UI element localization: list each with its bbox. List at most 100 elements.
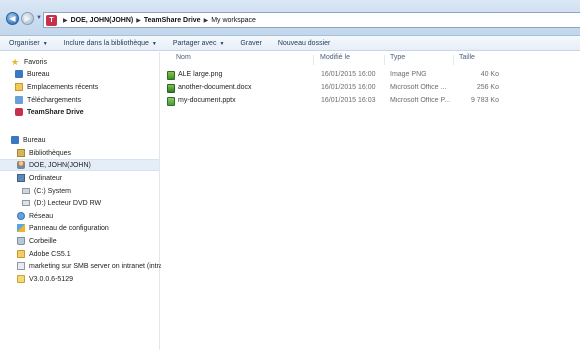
nav-label: Favoris [24, 58, 47, 66]
nav-recent-places[interactable]: Emplacements récents [15, 81, 98, 93]
docx-file-icon [167, 84, 175, 93]
file-modified: 16/01/2015 16:00 [321, 71, 376, 78]
teamshare-icon: T [46, 14, 57, 26]
column-header-type[interactable]: Type [390, 54, 405, 61]
file-size: 256 Ko [476, 84, 499, 91]
history-dropdown-icon[interactable]: ▼ [36, 15, 42, 21]
libraries-icon [17, 149, 25, 157]
png-file-icon [167, 71, 175, 80]
chevron-right-icon[interactable]: ▶ [204, 17, 209, 24]
chevron-right-icon[interactable]: ▶ [136, 17, 141, 24]
burn-button[interactable]: Graver [240, 40, 261, 47]
nav-label: Bibliothèques [29, 149, 72, 157]
chevron-down-icon: ▼ [151, 40, 157, 47]
nav-libraries[interactable]: Bibliothèques [17, 147, 71, 159]
include-library-label: Inclure dans la bibliothèque [63, 39, 149, 47]
include-library-button[interactable]: Inclure dans la bibliothèque ▼ [64, 40, 157, 47]
nav-drive-c[interactable]: (C:) System [22, 185, 71, 197]
breadcrumb-workspace[interactable]: My workspace [211, 17, 256, 24]
file-row[interactable]: ALE large.png 16/01/2015 16:00 Image PNG… [167, 69, 577, 81]
nav-label: marketing sur SMB server on intranet (in… [29, 262, 163, 270]
organise-label: Organiser [9, 39, 40, 47]
file-name: ALE large.png [178, 71, 223, 78]
file-type: Microsoft Office P... [390, 97, 451, 104]
nav-label: Panneau de configuration [29, 224, 109, 232]
control-panel-icon [17, 224, 25, 232]
file-row[interactable]: my-document.pptx 16/01/2015 16:03 Micros… [167, 95, 577, 107]
computer-icon [17, 174, 25, 182]
nav-marketing-share[interactable]: marketing sur SMB server on intranet (in… [17, 260, 163, 272]
back-button[interactable]: ◀ [6, 12, 19, 25]
network-share-icon [17, 262, 25, 270]
file-size: 40 Ko [480, 71, 499, 78]
organise-button[interactable]: Organiser ▼ [9, 40, 48, 47]
nav-label: Adobe CS5.1 [29, 250, 71, 258]
file-row[interactable]: another-document.docx 16/01/2015 16:00 M… [167, 82, 577, 94]
file-type: Microsoft Office ... [390, 84, 447, 91]
folder-icon [17, 250, 25, 258]
share-with-label: Partager avec [172, 39, 217, 47]
nav-label: DOE, JOHN(JOHN) [29, 161, 91, 169]
drive-icon [22, 188, 30, 194]
desktop-icon [15, 70, 23, 78]
nav-label: V3.0.0.6-5129 [29, 275, 73, 283]
breadcrumb-user[interactable]: DOE, JOHN(JOHN) [71, 17, 134, 24]
chevron-right-icon[interactable]: ▶ [63, 17, 68, 24]
column-header-size[interactable]: Taille [459, 54, 475, 61]
nav-tree-desktop[interactable]: Bureau [11, 134, 46, 146]
nav-label: Bureau [23, 136, 46, 144]
teamshare-icon [15, 108, 23, 116]
file-name: another-document.docx [178, 84, 252, 91]
nav-label: Bureau [27, 70, 50, 78]
column-divider[interactable] [313, 55, 314, 65]
nav-label: Corbeille [29, 237, 57, 245]
breadcrumb-teamshare[interactable]: TeamShare Drive [144, 17, 201, 24]
title-bar: ◀ ▶ ▼ T ▶ DOE, JOHN(JOHN) ▶ TeamShare Dr… [0, 0, 580, 36]
nav-user-folder[interactable]: DOE, JOHN(JOHN) [0, 159, 159, 171]
nav-label: Téléchargements [27, 96, 82, 104]
recycle-bin-icon [17, 237, 25, 245]
nav-network[interactable]: Réseau [17, 210, 53, 222]
nav-favorites[interactable]: ★ Favoris [11, 56, 47, 68]
nav-label: TeamShare Drive [27, 108, 84, 116]
folder-icon [17, 275, 25, 283]
nav-label: (C:) System [34, 187, 71, 195]
new-folder-button[interactable]: Nouveau dossier [278, 40, 331, 47]
nav-version-folder[interactable]: V3.0.0.6-5129 [17, 273, 73, 285]
downloads-icon [15, 96, 23, 104]
nav-computer[interactable]: Ordinateur [17, 172, 62, 184]
nav-label: Ordinateur [29, 174, 63, 182]
file-modified: 16/01/2015 16:00 [321, 84, 376, 91]
chevron-down-icon: ▼ [42, 40, 48, 47]
nav-recycle-bin[interactable]: Corbeille [17, 235, 57, 247]
nav-teamshare-drive[interactable]: TeamShare Drive [15, 106, 84, 118]
star-icon: ★ [11, 57, 20, 67]
column-divider[interactable] [453, 55, 454, 65]
nav-desktop[interactable]: Bureau [15, 68, 50, 80]
nav-control-panel[interactable]: Panneau de configuration [17, 222, 109, 234]
file-list: Nom Modifié le Type Taille ALE large.png… [161, 52, 580, 350]
forward-button[interactable]: ▶ [21, 12, 34, 25]
column-divider[interactable] [384, 55, 385, 65]
network-icon [17, 212, 25, 220]
share-with-button[interactable]: Partager avec ▼ [173, 40, 225, 47]
user-folder-icon [17, 161, 25, 169]
nav-adobe-folder[interactable]: Adobe CS5.1 [17, 248, 71, 260]
file-modified: 16/01/2015 16:03 [321, 97, 376, 104]
pptx-file-icon [167, 97, 175, 106]
column-header-name[interactable]: Nom [176, 54, 191, 61]
nav-label: Emplacements récents [27, 83, 99, 91]
recent-places-icon [15, 83, 23, 91]
nav-label: (D:) Lecteur DVD RW [34, 199, 102, 207]
navigation-pane: ★ Favoris Bureau Emplacements récents Tél… [0, 52, 163, 350]
nav-label: Réseau [29, 212, 54, 220]
chevron-down-icon: ▼ [219, 40, 225, 47]
nav-downloads[interactable]: Téléchargements [15, 94, 81, 106]
column-header-modified[interactable]: Modifié le [320, 54, 350, 61]
desktop-icon [11, 136, 19, 144]
file-type: Image PNG [390, 71, 427, 78]
address-bar[interactable]: T ▶ DOE, JOHN(JOHN) ▶ TeamShare Drive ▶ … [43, 12, 580, 28]
nav-drive-d[interactable]: (D:) Lecteur DVD RW [22, 197, 101, 209]
file-size: 9 783 Ko [470, 97, 499, 104]
command-bar: Organiser ▼ Inclure dans la bibliothèque ▼… [0, 36, 580, 51]
